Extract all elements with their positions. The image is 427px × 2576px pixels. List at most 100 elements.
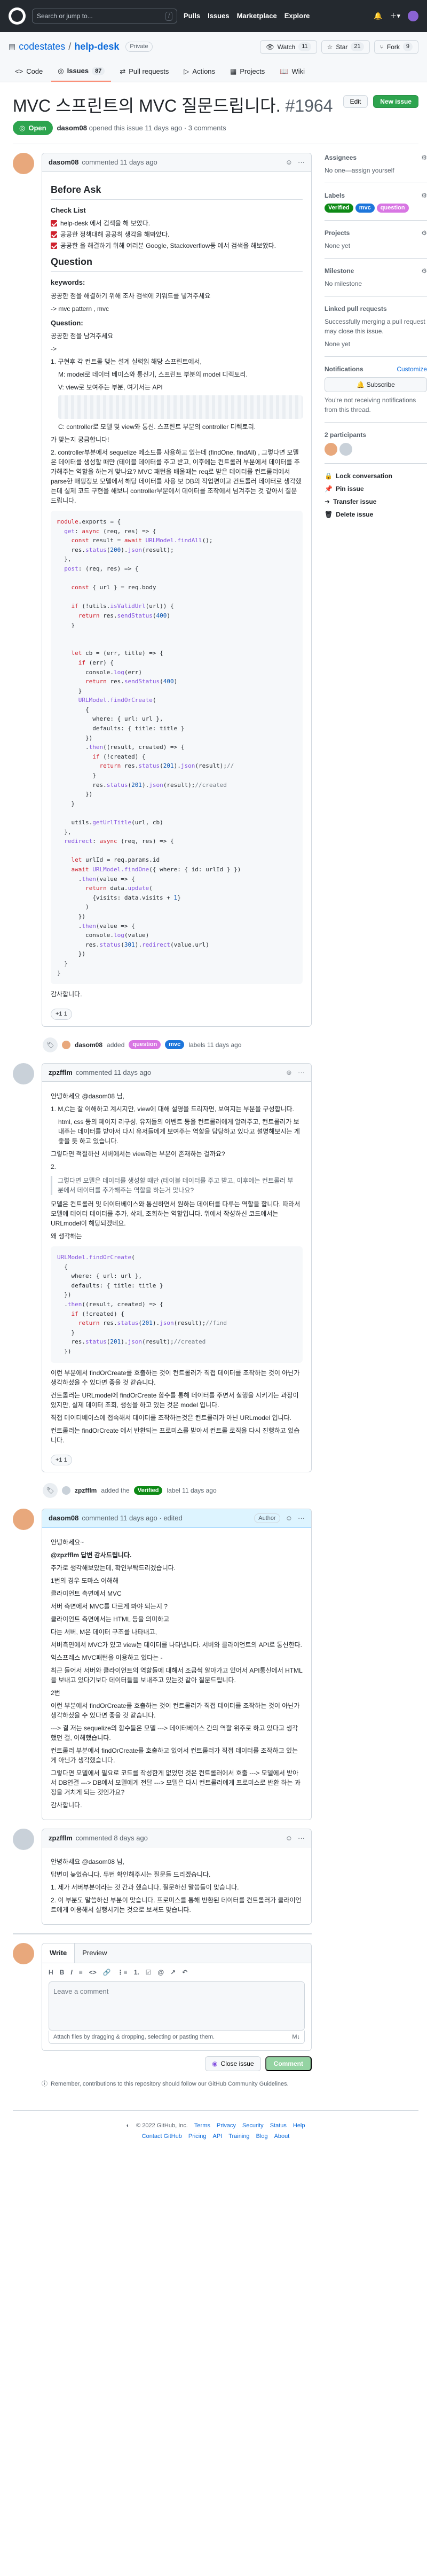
pin-issue-link[interactable]: 📌 Pin issue bbox=[325, 484, 427, 494]
tab-write[interactable]: Write bbox=[42, 1943, 75, 1963]
edit-button[interactable]: Edit bbox=[343, 95, 368, 108]
reply-icon[interactable]: ↶ bbox=[182, 1968, 187, 1977]
gear-icon[interactable]: ⚙ bbox=[421, 228, 427, 238]
quote-icon[interactable]: ≡ bbox=[79, 1968, 83, 1977]
attach-files-bar[interactable]: Attach files by dragging & dropping, sel… bbox=[49, 2030, 305, 2044]
task-list-icon[interactable]: ☑ bbox=[146, 1968, 152, 1977]
comment-author[interactable]: dasom08 bbox=[49, 157, 78, 168]
label-question[interactable]: question bbox=[376, 204, 409, 213]
avatar[interactable] bbox=[13, 1063, 34, 1084]
projects-title[interactable]: Projects bbox=[325, 228, 350, 238]
smiley-icon[interactable]: ☺ bbox=[286, 1067, 292, 1078]
nav-marketplace[interactable]: Marketplace bbox=[237, 11, 277, 21]
user-avatar[interactable] bbox=[408, 11, 418, 21]
repo-name-link[interactable]: help-desk bbox=[74, 40, 119, 54]
checkbox-checked-icon[interactable] bbox=[51, 220, 57, 227]
avatar[interactable] bbox=[13, 1828, 34, 1850]
new-issue-button[interactable]: New issue bbox=[373, 95, 418, 108]
smiley-icon[interactable]: ☺ bbox=[286, 1833, 292, 1844]
comment-time[interactable]: commented 11 days ago bbox=[82, 157, 157, 168]
gear-icon[interactable]: ⚙ bbox=[421, 153, 427, 162]
github-logo-icon[interactable] bbox=[9, 7, 26, 25]
tab-actions[interactable]: ▷ Actions bbox=[177, 61, 222, 82]
comment-textarea[interactable]: Leave a comment bbox=[49, 1981, 305, 2031]
kebab-menu-icon[interactable]: ··· bbox=[298, 1513, 305, 1524]
avatar[interactable] bbox=[339, 442, 352, 456]
tab-pull-requests[interactable]: ⇄ Pull requests bbox=[113, 61, 175, 82]
checkbox-checked-icon[interactable] bbox=[51, 231, 57, 238]
avatar[interactable] bbox=[62, 1486, 70, 1495]
github-mark-icon[interactable]: ◐ bbox=[126, 2121, 130, 2130]
delete-issue-link[interactable]: 🗑 Delete issue bbox=[325, 510, 427, 519]
comment-time[interactable]: commented 11 days ago · edited bbox=[82, 1513, 182, 1524]
customize-link[interactable]: Customize bbox=[397, 364, 427, 374]
assignees-title[interactable]: Assignees bbox=[325, 153, 357, 162]
bold-icon[interactable]: B bbox=[60, 1968, 65, 1977]
avatar[interactable] bbox=[13, 1509, 34, 1531]
comment-author[interactable]: zpzfflm bbox=[49, 1833, 73, 1844]
label-mvc[interactable]: mvc bbox=[355, 204, 375, 213]
milestone-title[interactable]: Milestone bbox=[325, 266, 354, 276]
transfer-issue-link[interactable]: ➜ Transfer issue bbox=[325, 497, 427, 506]
mention-icon[interactable]: @ bbox=[157, 1968, 164, 1977]
kebab-menu-icon[interactable]: ··· bbox=[298, 1067, 305, 1078]
heading-icon[interactable]: H bbox=[49, 1968, 53, 1977]
label-verified[interactable]: Verified bbox=[133, 1486, 163, 1495]
avatar[interactable] bbox=[62, 1040, 70, 1049]
checkbox-checked-icon[interactable] bbox=[51, 243, 57, 249]
star-button[interactable]: ☆ Star 21 bbox=[321, 40, 370, 54]
linked-title[interactable]: Linked pull requests bbox=[325, 304, 387, 314]
labels-title[interactable]: Labels bbox=[325, 191, 345, 200]
nav-issues[interactable]: Issues bbox=[208, 11, 229, 21]
footer-link[interactable]: Terms bbox=[194, 2121, 210, 2130]
nav-pulls[interactable]: Pulls bbox=[184, 11, 200, 21]
search-input[interactable]: Search or jump to... / bbox=[32, 9, 177, 24]
bell-icon[interactable]: 🔔 bbox=[374, 11, 382, 21]
code-icon[interactable]: <> bbox=[89, 1968, 97, 1977]
kebab-menu-icon[interactable]: ··· bbox=[298, 1833, 305, 1844]
comment-author[interactable]: dasom08 bbox=[49, 1513, 78, 1524]
thumbs-up-reaction[interactable]: +1 1 bbox=[51, 1454, 72, 1466]
subscribe-button[interactable]: 🔔 Subscribe bbox=[325, 377, 427, 392]
gear-icon[interactable]: ⚙ bbox=[421, 266, 427, 276]
plus-icon[interactable]: ＋▾ bbox=[390, 11, 400, 21]
event-actor[interactable]: dasom08 bbox=[75, 1040, 102, 1050]
reference-icon[interactable]: ↗ bbox=[170, 1968, 176, 1977]
italic-icon[interactable]: I bbox=[70, 1968, 72, 1977]
footer-link[interactable]: Status bbox=[270, 2121, 287, 2130]
footer-link[interactable]: Blog bbox=[256, 2132, 268, 2141]
tab-issues[interactable]: ◎ Issues 87 bbox=[51, 61, 112, 82]
comment-time[interactable]: commented 8 days ago bbox=[76, 1833, 148, 1844]
tab-wiki[interactable]: 📖 Wiki bbox=[273, 61, 311, 82]
label-verified[interactable]: Verified bbox=[325, 204, 353, 213]
footer-link[interactable]: Training bbox=[228, 2132, 249, 2141]
footer-link[interactable]: Contact GitHub bbox=[142, 2132, 182, 2141]
numbered-list-icon[interactable]: 1. bbox=[134, 1968, 139, 1977]
label-mvc[interactable]: mvc bbox=[165, 1040, 185, 1049]
footer-link[interactable]: Security bbox=[242, 2121, 264, 2130]
comment-time[interactable]: commented 11 days ago bbox=[76, 1067, 151, 1078]
issue-author-link[interactable]: dasom08 bbox=[57, 124, 87, 132]
thumbs-up-reaction[interactable]: +1 1 bbox=[51, 1009, 72, 1020]
fork-button[interactable]: ⑂ Fork 9 bbox=[374, 40, 418, 54]
gear-icon[interactable]: ⚙ bbox=[421, 191, 427, 200]
footer-link[interactable]: About bbox=[274, 2132, 290, 2141]
tab-code[interactable]: <> Code bbox=[9, 61, 49, 82]
smiley-icon[interactable]: ☺ bbox=[286, 1513, 292, 1524]
kebab-menu-icon[interactable]: ··· bbox=[298, 157, 305, 168]
comment-button[interactable]: Comment bbox=[265, 2056, 312, 2072]
comment-author[interactable]: zpzfflm bbox=[49, 1067, 73, 1078]
event-actor[interactable]: zpzfflm bbox=[75, 1486, 97, 1495]
avatar[interactable] bbox=[13, 153, 34, 174]
footer-link[interactable]: Privacy bbox=[217, 2121, 236, 2130]
smiley-icon[interactable]: ☺ bbox=[286, 157, 292, 168]
close-issue-button[interactable]: ◉ Close issue bbox=[205, 2056, 261, 2072]
avatar[interactable] bbox=[325, 442, 337, 456]
lock-conversation-link[interactable]: 🔒 Lock conversation bbox=[325, 471, 427, 481]
label-question[interactable]: question bbox=[129, 1040, 161, 1049]
link-icon[interactable]: 🔗 bbox=[103, 1968, 111, 1977]
footer-link[interactable]: Help bbox=[293, 2121, 305, 2130]
assignees-value[interactable]: No one—assign yourself bbox=[325, 166, 427, 175]
bullet-list-icon[interactable]: ⋮≡ bbox=[117, 1968, 128, 1977]
tab-preview[interactable]: Preview bbox=[75, 1943, 114, 1963]
